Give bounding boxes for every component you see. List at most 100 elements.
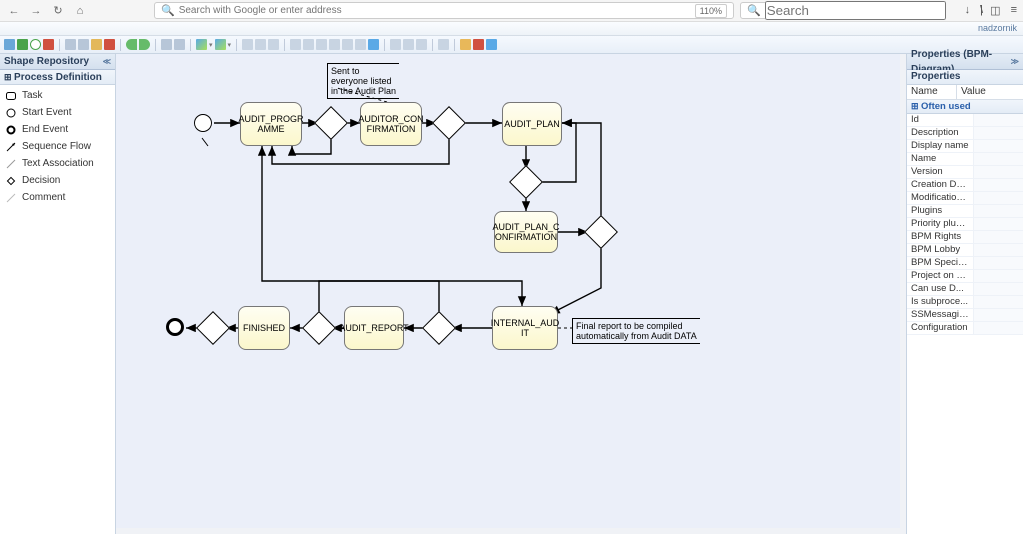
prop-value[interactable]: [973, 127, 1023, 139]
al5-icon[interactable]: [342, 39, 353, 50]
back-icon[interactable]: ←: [6, 3, 22, 19]
prop-value[interactable]: [973, 114, 1023, 126]
task-audit-programme[interactable]: AUDIT_PROGR AMME: [240, 102, 302, 146]
prop-value[interactable]: [973, 257, 1023, 269]
prop-row[interactable]: Configuration: [907, 322, 1023, 335]
prop-value[interactable]: [973, 179, 1023, 191]
prop-value[interactable]: [973, 270, 1023, 282]
prop-value[interactable]: [973, 322, 1023, 334]
task-audit-plan[interactable]: AUDIT_PLAN: [502, 102, 562, 146]
print-icon[interactable]: [4, 39, 15, 50]
prop-value[interactable]: [973, 218, 1023, 230]
undo-icon[interactable]: [126, 39, 137, 50]
al6-icon[interactable]: [355, 39, 366, 50]
canvas-scrollbar-v[interactable]: [900, 54, 906, 534]
search-input[interactable]: [765, 1, 946, 20]
prop-value[interactable]: [973, 205, 1023, 217]
sidebar-icon[interactable]: ◫: [990, 4, 1000, 17]
d1-icon[interactable]: [460, 39, 471, 50]
forward-icon[interactable]: →: [28, 3, 44, 19]
b3-icon[interactable]: [416, 39, 427, 50]
b2-icon[interactable]: [403, 39, 414, 50]
shape-item-decision[interactable]: Decision: [0, 172, 115, 189]
d3-icon[interactable]: [486, 39, 497, 50]
prop-row[interactable]: SSMessaging: [907, 309, 1023, 322]
prop-row[interactable]: Can use D...: [907, 283, 1023, 296]
circle-icon[interactable]: [30, 39, 41, 50]
hamburger-icon[interactable]: ≡: [1011, 4, 1017, 17]
shape-item-end[interactable]: End Event: [0, 121, 115, 138]
al4-icon[interactable]: [329, 39, 340, 50]
prop-row[interactable]: Description: [907, 127, 1023, 140]
prop-row[interactable]: BPM Lobby: [907, 244, 1023, 257]
prop-group-often-used[interactable]: Often used: [907, 100, 1023, 114]
prop-row[interactable]: Display name: [907, 140, 1023, 153]
gateway-g6[interactable]: [302, 311, 336, 345]
al1-icon[interactable]: [290, 39, 301, 50]
gateway-g5[interactable]: [422, 311, 456, 345]
copy-icon[interactable]: [78, 39, 89, 50]
gateway-g1[interactable]: [314, 106, 348, 140]
prop-row[interactable]: Creation Date: [907, 179, 1023, 192]
shape-item-start[interactable]: Start Event: [0, 104, 115, 121]
prop-value[interactable]: [973, 153, 1023, 165]
task-audit-report[interactable]: AUDIT_REPORT: [344, 306, 404, 350]
prop-row[interactable]: BPM Rights: [907, 231, 1023, 244]
a3-icon[interactable]: [268, 39, 279, 50]
pict2-icon[interactable]: [215, 39, 226, 50]
prop-value[interactable]: [973, 231, 1023, 243]
gateway-g3[interactable]: [509, 165, 543, 199]
paste-icon[interactable]: [91, 39, 102, 50]
cut-icon[interactable]: [65, 39, 76, 50]
prop-row[interactable]: Version: [907, 166, 1023, 179]
b1-icon[interactable]: [390, 39, 401, 50]
task-finished[interactable]: FINISHED: [238, 306, 290, 350]
prop-value[interactable]: [973, 192, 1023, 204]
prop-value[interactable]: [973, 283, 1023, 295]
download-icon[interactable]: ↓: [965, 4, 971, 17]
url-input[interactable]: [179, 5, 691, 16]
url-bar[interactable]: 🔍 110%: [154, 2, 734, 19]
pdf-icon[interactable]: [43, 39, 54, 50]
zoomin-icon[interactable]: [161, 39, 172, 50]
gateway-g4[interactable]: [584, 215, 618, 249]
d2-icon[interactable]: [473, 39, 484, 50]
reload-icon[interactable]: ↻: [50, 3, 66, 19]
start-event[interactable]: [194, 114, 212, 132]
diagram-canvas[interactable]: AUDIT_PROGR AMME AUDITOR_CON FIRMATION A…: [116, 54, 907, 534]
prop-value[interactable]: [973, 140, 1023, 152]
pict-icon[interactable]: [196, 39, 207, 50]
annotation-final-report[interactable]: Final report to be compiled automaticall…: [572, 318, 700, 344]
delete-icon[interactable]: [104, 39, 115, 50]
end-event[interactable]: [166, 318, 184, 336]
dropdown-icon[interactable]: ▾: [209, 41, 213, 49]
a1-icon[interactable]: [242, 39, 253, 50]
task-audit-plan-confirmation[interactable]: AUDIT_PLAN_C ONFIRMATION: [494, 211, 558, 253]
collapse-icon[interactable]: ≪: [103, 54, 111, 69]
prop-row[interactable]: Plugins: [907, 205, 1023, 218]
prop-value[interactable]: [973, 309, 1023, 321]
prop-value[interactable]: [973, 296, 1023, 308]
gateway-g2[interactable]: [432, 106, 466, 140]
c1-icon[interactable]: [438, 39, 449, 50]
gateway-g7[interactable]: [196, 311, 230, 345]
al3-icon[interactable]: [316, 39, 327, 50]
dropdown-icon[interactable]: ▾: [228, 41, 232, 49]
prop-row[interactable]: Priority plug...: [907, 218, 1023, 231]
shape-item-comment[interactable]: Comment: [0, 189, 115, 206]
prop-value[interactable]: [973, 244, 1023, 256]
prop-value[interactable]: [973, 166, 1023, 178]
redo-icon[interactable]: [139, 39, 150, 50]
task-internal-audit[interactable]: INTERNAL_AUD IT: [492, 306, 558, 350]
process-definition-header[interactable]: Process Definition: [0, 70, 115, 85]
prop-row[interactable]: BPM Specia...: [907, 257, 1023, 270]
task-auditor-confirmation[interactable]: AUDITOR_CON FIRMATION: [360, 102, 422, 146]
browser-search[interactable]: 🔍: [740, 2, 905, 19]
zoomout-icon[interactable]: [174, 39, 185, 50]
prop-row[interactable]: Project on p...: [907, 270, 1023, 283]
a2-icon[interactable]: [255, 39, 266, 50]
shape-item-flow[interactable]: Sequence Flow: [0, 138, 115, 155]
save-icon[interactable]: [17, 39, 28, 50]
prop-row[interactable]: Is subproce...: [907, 296, 1023, 309]
canvas-scrollbar-h[interactable]: [116, 528, 900, 534]
